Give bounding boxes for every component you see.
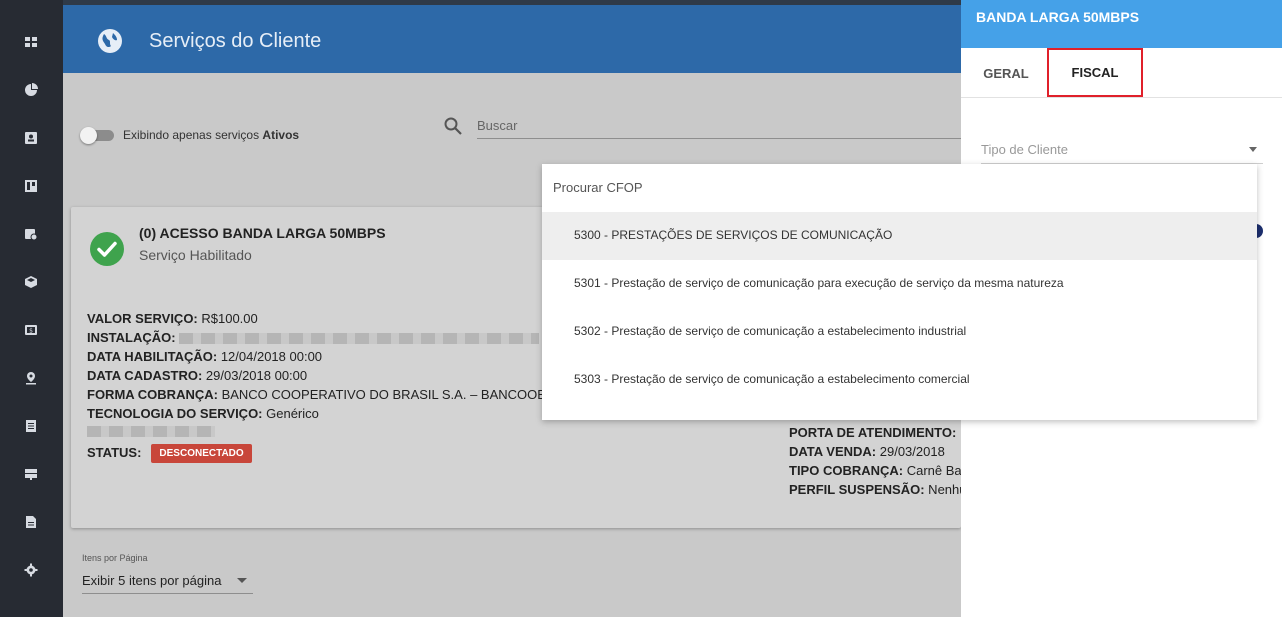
box-icon[interactable] bbox=[21, 272, 41, 292]
cfop-option[interactable]: 5300 - PRESTAÇÕES DE SERVIÇOS DE COMUNIC… bbox=[542, 212, 1257, 260]
money-icon[interactable]: $ bbox=[21, 320, 41, 340]
panel-tabs: GERAL FISCAL bbox=[961, 48, 1282, 98]
search-icon bbox=[444, 117, 462, 135]
dashboard-icon[interactable] bbox=[21, 32, 41, 52]
panel-title: BANDA LARGA 50MBPS bbox=[976, 9, 1140, 25]
list-icon[interactable] bbox=[21, 416, 41, 436]
field-forma-cobranca: FORMA COBRANÇA: BANCO COOPERATIVO DO BRA… bbox=[87, 387, 546, 402]
items-per-page-label: Itens por Página bbox=[82, 553, 148, 563]
svg-text:$: $ bbox=[29, 328, 33, 335]
service-subtitle: Serviço Habilitado bbox=[139, 247, 252, 263]
redacted-text bbox=[179, 333, 540, 345]
field-porta-atendimento: PORTA DE ATENDIMENTO: bbox=[789, 425, 957, 440]
check-circle-icon bbox=[90, 232, 124, 266]
search-input[interactable] bbox=[477, 113, 961, 139]
board-icon[interactable] bbox=[21, 176, 41, 196]
cfop-option[interactable]: 5302 - Prestação de serviço de comunicaç… bbox=[542, 308, 1257, 356]
page-title: Serviços do Cliente bbox=[149, 30, 322, 52]
server-icon[interactable] bbox=[21, 464, 41, 484]
cfop-option[interactable]: 5301 - Prestação de serviço de comunicaç… bbox=[542, 260, 1257, 308]
settings-icon[interactable] bbox=[21, 560, 41, 580]
contact-card-icon[interactable] bbox=[21, 128, 41, 148]
toggle-label: Exibindo apenas serviços Ativos bbox=[123, 128, 300, 142]
service-title: (0) ACESSO BANDA LARGA 50MBPS bbox=[139, 225, 386, 241]
cfop-option[interactable]: 5303 - Prestação de serviço de comunicaç… bbox=[542, 356, 1257, 404]
field-tipo-cobranca: TIPO COBRANÇA: Carnê Ba bbox=[789, 463, 962, 478]
field-status: STATUS: DESCONECTADO bbox=[87, 444, 252, 463]
field-instalacao: INSTALAÇÃO: bbox=[87, 330, 540, 345]
status-badge: DESCONECTADO bbox=[151, 444, 252, 463]
calendar-clock-icon[interactable] bbox=[21, 224, 41, 244]
tipo-cliente-select[interactable]: Tipo de Cliente bbox=[981, 135, 1263, 164]
redacted-line bbox=[87, 423, 215, 438]
tab-geral[interactable]: GERAL bbox=[975, 48, 1037, 98]
chevron-down-icon bbox=[237, 578, 247, 583]
field-tecnologia: TECNOLOGIA DO SERVIÇO: Genérico bbox=[87, 406, 319, 421]
tab-fiscal[interactable]: FISCAL bbox=[1047, 48, 1143, 97]
items-per-page-select[interactable]: Exibir 5 itens por página bbox=[82, 567, 253, 594]
chevron-down-icon bbox=[1249, 147, 1257, 152]
document-icon[interactable] bbox=[21, 512, 41, 532]
field-data-habilitacao: DATA HABILITAÇÃO: 12/04/2018 00:00 bbox=[87, 349, 323, 364]
page-header: Serviços do Cliente bbox=[63, 5, 963, 73]
sidebar: $ bbox=[0, 0, 63, 617]
field-data-cadastro: DATA CADASTRO: 29/03/2018 00:00 bbox=[87, 368, 308, 383]
cfop-search-input[interactable]: Procurar CFOP bbox=[542, 164, 1257, 211]
field-data-venda: DATA VENDA: 29/03/2018 bbox=[789, 444, 945, 459]
cfop-dropdown: Procurar CFOP 5300 - PRESTAÇÕES DE SERVI… bbox=[542, 164, 1257, 420]
active-services-toggle[interactable] bbox=[80, 127, 114, 144]
globe-icon bbox=[98, 29, 122, 53]
field-perfil-suspensao: PERFIL SUSPENSÃO: Nenhu bbox=[789, 482, 967, 497]
pie-chart-icon[interactable] bbox=[21, 80, 41, 100]
location-icon[interactable] bbox=[21, 368, 41, 388]
field-valor: VALOR SERVIÇO: R$100.00 bbox=[87, 311, 258, 326]
panel-header: BANDA LARGA 50MBPS bbox=[961, 0, 1282, 48]
